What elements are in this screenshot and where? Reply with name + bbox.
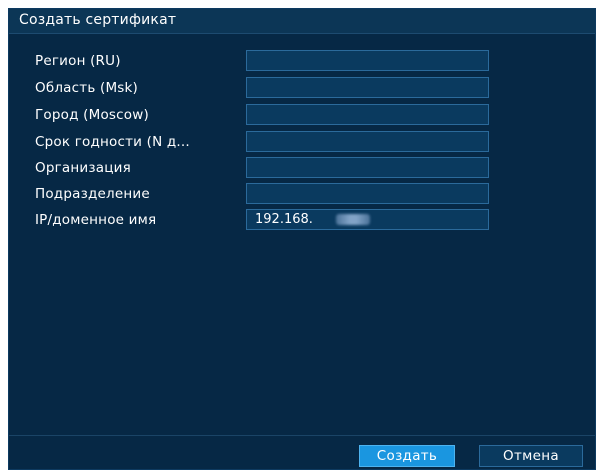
cancel-button[interactable]: Отмена bbox=[479, 445, 583, 467]
validity-label: Срок годности (N д... bbox=[35, 134, 190, 150]
create-certificate-dialog: Создать сертификат Регион (RU) Область (… bbox=[9, 9, 595, 469]
validity-input[interactable] bbox=[246, 131, 489, 152]
footer-divider bbox=[9, 435, 595, 436]
form-row-region: Регион (RU) bbox=[9, 50, 595, 72]
organization-input[interactable] bbox=[246, 157, 489, 178]
oblast-label: Область (Msk) bbox=[35, 80, 139, 96]
dialog-titlebar: Создать сертификат bbox=[9, 9, 595, 34]
department-label: Подразделение bbox=[35, 186, 150, 202]
region-label: Регион (RU) bbox=[35, 53, 121, 69]
city-label: Город (Moscow) bbox=[35, 107, 149, 123]
region-input[interactable] bbox=[246, 50, 489, 71]
form-row-validity: Срок годности (N д... bbox=[9, 131, 595, 153]
organization-label: Организация bbox=[35, 160, 131, 176]
city-input[interactable] bbox=[246, 104, 489, 125]
form-row-organization: Организация bbox=[9, 157, 595, 179]
ip-domain-label: IP/доменное имя bbox=[35, 212, 157, 228]
create-button[interactable]: Создать bbox=[359, 445, 455, 467]
form-row-oblast: Область (Msk) bbox=[9, 77, 595, 99]
form-row-city: Город (Moscow) bbox=[9, 104, 595, 126]
department-input[interactable] bbox=[246, 183, 489, 204]
form-row-department: Подразделение bbox=[9, 183, 595, 205]
form-row-ip-domain: IP/доменное имя bbox=[9, 209, 595, 231]
redacted-ip-blur bbox=[336, 214, 370, 225]
oblast-input[interactable] bbox=[246, 77, 489, 98]
dialog-title: Создать сертификат bbox=[19, 12, 177, 28]
